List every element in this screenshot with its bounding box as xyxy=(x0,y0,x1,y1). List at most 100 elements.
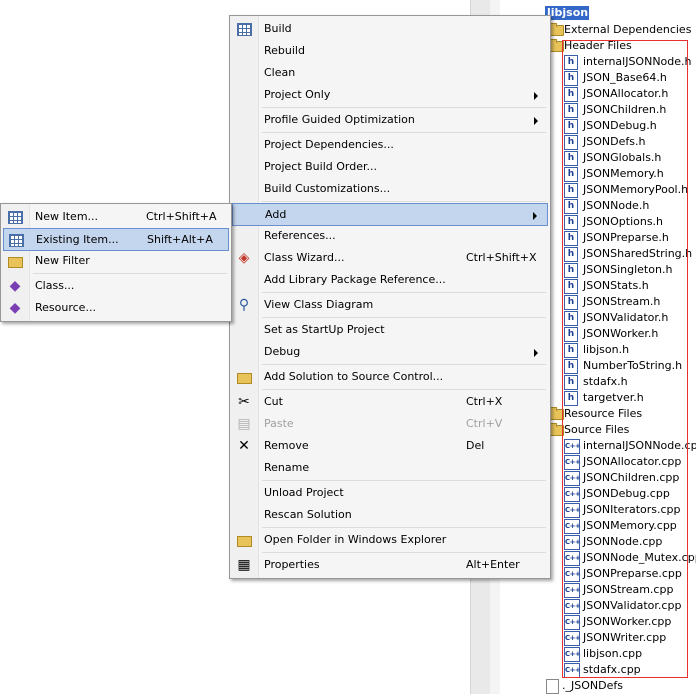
menu-item-view-class-diagram[interactable]: ⚲ View Class Diagram xyxy=(232,294,548,316)
menu-item-shortcut: Ctrl+Shift+X xyxy=(466,251,537,264)
menu-separator xyxy=(262,480,546,481)
file-icon xyxy=(546,679,559,694)
menu-item-project-only[interactable]: Project Only xyxy=(232,84,548,106)
add-submenu: New Item... Ctrl+Shift+A Existing Item... S… xyxy=(0,203,232,322)
build-icon xyxy=(237,23,252,36)
menu-separator xyxy=(262,552,546,553)
submenu-item-new-filter[interactable]: New Filter xyxy=(3,250,229,272)
menu-separator xyxy=(262,317,546,318)
menu-item-label: Build xyxy=(264,22,292,35)
menu-item-open-folder-in-windows-explorer[interactable]: Open Folder in Windows Explorer xyxy=(232,529,548,551)
submenu-arrow-icon xyxy=(533,212,537,220)
menu-item-label: Add Library Package Reference... xyxy=(264,273,446,286)
menu-item-label: Rebuild xyxy=(264,44,305,57)
menu-item-shortcut: Ctrl+X xyxy=(466,395,503,408)
menu-item-shortcut: Del xyxy=(466,439,485,452)
menu-item-rename[interactable]: Rename xyxy=(232,457,548,479)
menu-item-project-dependencies[interactable]: Project Dependencies... xyxy=(232,134,548,156)
new-filter-folder-icon xyxy=(8,257,23,268)
menu-item-paste[interactable]: ▤ Paste Ctrl+V xyxy=(232,413,548,435)
tree-item[interactable]: ._JSONDefs xyxy=(500,678,696,694)
menu-item-add[interactable]: Add xyxy=(232,203,548,226)
menu-item-rescan-solution[interactable]: Rescan Solution xyxy=(232,504,548,526)
menu-item-label: Rescan Solution xyxy=(264,508,352,521)
menu-item-properties[interactable]: ▦ Properties Alt+Enter xyxy=(232,554,548,576)
menu-item-label: Set as StartUp Project xyxy=(264,323,385,336)
tree-item-label: ._JSONDefs xyxy=(562,679,623,692)
menu-item-build-customizations[interactable]: Build Customizations... xyxy=(232,178,548,200)
menu-item-label: Add Solution to Source Control... xyxy=(264,370,444,383)
menu-separator xyxy=(262,389,546,390)
tree-item-label: External Dependencies xyxy=(564,23,692,36)
menu-item-label: Open Folder in Windows Explorer xyxy=(264,533,447,546)
menu-item-label: Resource... xyxy=(35,301,96,314)
menu-item-project-build-order[interactable]: Project Build Order... xyxy=(232,156,548,178)
remove-x-icon: ✕ xyxy=(238,438,250,454)
menu-item-label: Add xyxy=(265,208,287,221)
menu-item-unload-project[interactable]: Unload Project xyxy=(232,482,548,504)
resource-icon: ◆ xyxy=(9,300,21,316)
editor-background xyxy=(0,0,230,694)
menu-item-label: Project Dependencies... xyxy=(264,138,394,151)
existing-item-icon xyxy=(9,234,24,247)
new-item-icon xyxy=(8,211,23,224)
menu-item-clean[interactable]: Clean xyxy=(232,62,548,84)
menu-item-label: New Filter xyxy=(35,254,90,267)
context-menu: Build Rebuild Clean Project Only Profile Gui… xyxy=(229,15,551,579)
menu-item-rebuild[interactable]: Rebuild xyxy=(232,40,548,62)
menu-item-add-solution-to-source-control[interactable]: Add Solution to Source Control... xyxy=(232,366,548,388)
submenu-item-class[interactable]: ◆ Class... xyxy=(3,275,229,297)
class-icon: ◆ xyxy=(9,278,21,294)
menu-item-debug[interactable]: Debug xyxy=(232,341,548,363)
menu-item-cut[interactable]: ✂ Cut Ctrl+X xyxy=(232,391,548,413)
class-diagram-icon: ⚲ xyxy=(238,297,250,313)
menu-item-label: Rename xyxy=(264,461,310,474)
menu-separator xyxy=(262,201,546,202)
submenu-item-new-item[interactable]: New Item... Ctrl+Shift+A xyxy=(3,206,229,228)
scissors-icon: ✂ xyxy=(238,394,250,410)
class-wizard-icon: ◈ xyxy=(238,250,250,266)
highlight-box xyxy=(562,40,688,678)
menu-item-shortcut: Ctrl+V xyxy=(466,417,503,430)
menu-item-label: Remove xyxy=(264,439,309,452)
menu-item-shortcut: Alt+Enter xyxy=(466,558,520,571)
folder-icon xyxy=(550,23,564,36)
menu-item-label: Unload Project xyxy=(264,486,344,499)
menu-item-label: Paste xyxy=(264,417,294,430)
menu-item-shortcut: Shift+Alt+A xyxy=(147,233,213,246)
project-node-libjson[interactable]: libjson xyxy=(545,6,589,20)
menu-item-label: Class Wizard... xyxy=(264,251,345,264)
submenu-item-resource[interactable]: ◆ Resource... xyxy=(3,297,229,319)
menu-item-label: Build Customizations... xyxy=(264,182,391,195)
menu-separator xyxy=(262,107,546,108)
menu-separator xyxy=(262,527,546,528)
menu-item-add-library-package-reference[interactable]: Add Library Package Reference... xyxy=(232,269,548,291)
menu-item-label: Project Only xyxy=(264,88,331,101)
menu-separator xyxy=(262,292,546,293)
menu-item-label: Clean xyxy=(264,66,296,79)
menu-item-remove[interactable]: ✕ Remove Del xyxy=(232,435,548,457)
menu-item-references[interactable]: References... xyxy=(232,225,548,247)
menu-separator xyxy=(262,132,546,133)
menu-item-label: Properties xyxy=(264,558,320,571)
menu-separator xyxy=(262,364,546,365)
menu-item-label: Debug xyxy=(264,345,301,358)
open-folder-icon xyxy=(237,536,252,547)
menu-item-profile-guided-optimization[interactable]: Profile Guided Optimization xyxy=(232,109,548,131)
menu-item-label: Project Build Order... xyxy=(264,160,377,173)
submenu-arrow-icon xyxy=(534,92,538,100)
submenu-arrow-icon xyxy=(534,349,538,357)
menu-item-shortcut: Ctrl+Shift+A xyxy=(146,210,217,223)
menu-item-label: New Item... xyxy=(35,210,99,223)
submenu-arrow-icon xyxy=(534,117,538,125)
properties-icon: ▦ xyxy=(237,557,251,573)
menu-item-build[interactable]: Build xyxy=(232,18,548,40)
menu-item-label: Profile Guided Optimization xyxy=(264,113,415,126)
menu-item-set-as-startup-project[interactable]: Set as StartUp Project xyxy=(232,319,548,341)
menu-item-label: Class... xyxy=(35,279,75,292)
menu-item-label: View Class Diagram xyxy=(264,298,374,311)
submenu-item-existing-item[interactable]: Existing Item... Shift+Alt+A xyxy=(3,228,229,251)
menu-item-label: Existing Item... xyxy=(36,233,119,246)
menu-item-label: Cut xyxy=(264,395,283,408)
menu-item-class-wizard[interactable]: ◈ Class Wizard... Ctrl+Shift+X xyxy=(232,247,548,269)
